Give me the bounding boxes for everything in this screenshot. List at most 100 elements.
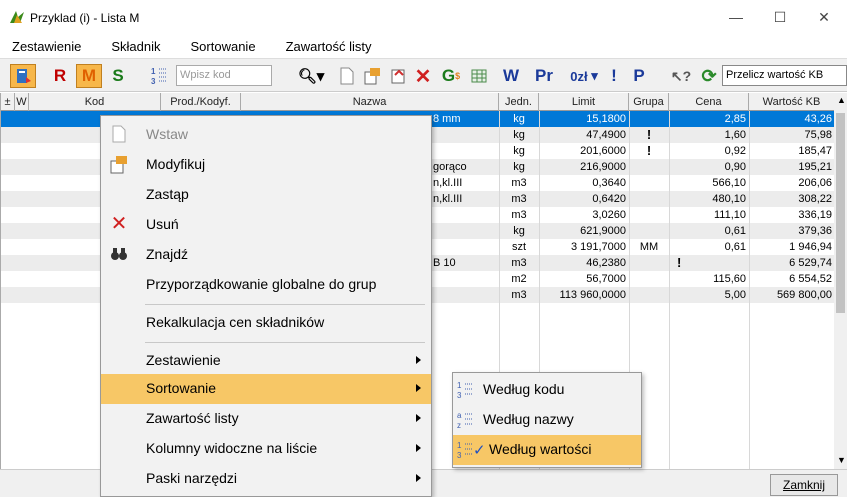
ctx-insert[interactable]: Wstaw [101,120,431,150]
cell-nazwa: 8 mm [433,113,461,125]
col-grupa[interactable]: Grupa [629,93,669,111]
svg-text:3: 3 [457,451,462,460]
sort-numeric-icon: 13 [457,441,472,460]
p-button[interactable]: P [628,64,650,88]
cell-cena: 0,61 [724,225,746,237]
cell-grupa [629,191,669,207]
cell-jedn: m3 [511,193,527,205]
cell-grupa: ! [646,143,652,158]
sort-numeric-icon: 13 [457,381,472,400]
close-button[interactable]: Zamknij [770,474,838,496]
ctx-separator [145,304,425,305]
refresh-icon[interactable]: ⟳ [698,64,720,88]
new-document-icon[interactable] [336,64,358,88]
cell-limit: 621,9000 [580,225,626,237]
ctx-visible-columns[interactable]: Kolumny widoczne na liście [101,434,431,464]
ctx-list-content[interactable]: Zawartość listy [101,404,431,434]
cell-grupa [629,271,669,287]
submenu-arrow-icon [416,356,421,364]
ctx-replace[interactable]: Zastąp [101,180,431,210]
col-prod[interactable]: Prod./Kodyf. [161,93,241,111]
binoculars-icon [111,248,127,260]
cell-wartosc: 195,21 [798,161,832,173]
m-button[interactable]: M [76,64,102,88]
menu-zawartosc-listy[interactable]: Zawartość listy [286,39,372,54]
recalc-value-field[interactable]: Przelicz wartość KB [722,65,847,86]
sub-by-code[interactable]: 13 Według kodu [453,375,641,405]
replace-icon[interactable] [388,64,410,88]
ctx-assign-groups[interactable]: Przyporządkowanie globalne do grup [101,270,431,300]
close-window-button[interactable]: ✕ [806,6,842,28]
cell-nazwa [433,143,499,159]
group-g-icon[interactable]: G $ [438,64,464,88]
col-jedn[interactable]: Jedn. [499,93,539,111]
table-icon[interactable] [468,64,490,88]
col-cena[interactable]: Cena [669,93,749,111]
sub-by-value[interactable]: 13 ✓ Według wartości [453,435,641,465]
cell-nazwa [433,239,499,255]
scroll-down-icon[interactable]: ▼ [837,455,846,465]
toolbar: R M S 13 Wpisz kod 🔍︎▾ ✕ G $ W Pr 0zł ▾ !… [0,58,847,92]
cell-limit: 201,6000 [580,145,626,157]
ctx-find[interactable]: Znajdź [101,240,431,270]
r-button[interactable]: R [48,64,72,88]
cell-wartosc: 75,98 [804,129,832,141]
cell-wartosc: 1 946,94 [789,241,832,253]
minimize-button[interactable]: — [718,6,754,28]
col-w[interactable]: W [15,93,29,111]
cell-grupa: ! [646,127,652,142]
cell-wartosc: 308,22 [798,193,832,205]
cell-nazwa: n,kl.III [433,177,463,189]
scroll-up-icon[interactable]: ▲ [837,95,846,105]
delete-icon[interactable]: ✕ [412,64,434,88]
menu-sortowanie[interactable]: Sortowanie [191,39,256,54]
s-button[interactable]: S [106,64,130,88]
ctx-statement[interactable]: Zestawienie [101,346,431,376]
col-wartosc[interactable]: Wartość KB [749,93,835,111]
cell-cena: 566,10 [712,177,746,189]
col-expand[interactable]: ± [1,93,15,111]
book-icon [17,69,31,83]
cell-nazwa: n,kl.III [433,193,463,205]
cell-grupa: MM [639,241,659,253]
code-search-input[interactable]: Wpisz kod [176,65,272,86]
binoculars-dropdown-icon[interactable]: 🔍︎▾ [296,64,326,88]
bookmark-toggle-button[interactable] [10,64,36,88]
col-kod[interactable]: Kod [29,93,161,111]
submenu-arrow-icon [416,414,421,422]
ctx-toolbars[interactable]: Paski narzędzi [101,464,431,494]
ctx-recalc-prices[interactable]: Rekalkulacja cen składników [101,308,431,338]
cell-wartosc: 6 554,52 [789,273,832,285]
maximize-button[interactable]: ☐ [762,6,798,28]
cell-limit: 0,3640 [592,177,626,189]
menu-skladnik[interactable]: Składnik [111,39,160,54]
cell-nazwa [433,271,499,287]
menu-bar: Zestawienie Składnik Sortowanie Zawartoś… [0,34,847,58]
scroll-thumb[interactable] [836,113,845,313]
w-button[interactable]: W [500,64,522,88]
col-nazwa[interactable]: Nazwa [241,93,499,111]
cell-nazwa: B 10 [433,257,456,269]
pr-button[interactable]: Pr [528,64,560,88]
ctx-delete[interactable]: ✕ Usuń [101,210,431,240]
cell-grupa [629,255,669,271]
vertical-scrollbar[interactable]: ▲ ▼ [834,93,847,469]
cell-nazwa [433,287,499,303]
exclamation-button[interactable]: ! [606,64,622,88]
sub-by-name[interactable]: az Według nazwy [453,405,641,435]
svg-text:a: a [457,411,462,420]
help-pointer-icon[interactable]: ↖? [668,64,694,88]
sort-order-icon[interactable]: 13 [148,64,170,88]
zero-price-dropdown[interactable]: 0zł ▾ [564,64,604,88]
cell-grupa [629,159,669,175]
cell-wartosc: 379,36 [798,225,832,237]
menu-zestawienie[interactable]: Zestawienie [12,39,81,54]
ctx-modify[interactable]: Modyfikuj [101,150,431,180]
modify-icon[interactable] [362,64,384,88]
col-limit[interactable]: Limit [539,93,629,111]
cell-wartosc: 185,47 [798,145,832,157]
title-bar: Przyklad (i) - Lista M — ☐ ✕ [0,0,847,34]
ctx-sorting[interactable]: Sortowanie [101,374,431,404]
svg-text:3: 3 [151,77,156,86]
submenu-arrow-icon [416,384,421,392]
